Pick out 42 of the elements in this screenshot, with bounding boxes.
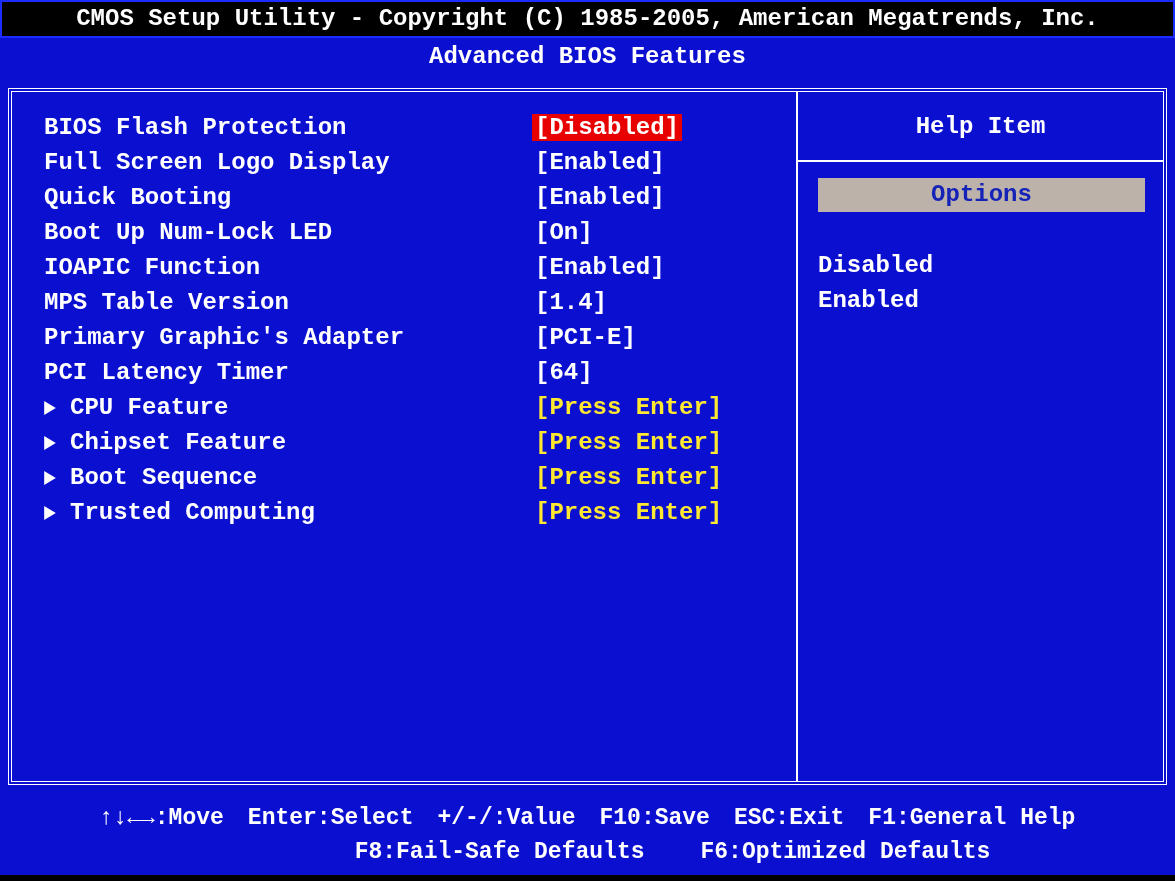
setting-label[interactable]: Boot Up Num-Lock LED bbox=[44, 219, 333, 246]
page-title: Advanced BIOS Features bbox=[428, 42, 747, 72]
setting-label[interactable]: Quick Booting bbox=[44, 184, 232, 211]
setting-value[interactable]: [Disabled] bbox=[532, 114, 683, 141]
setting-value[interactable]: [1.4] bbox=[532, 289, 610, 316]
triangle-icon bbox=[44, 400, 56, 415]
setting-value[interactable]: [PCI-E] bbox=[532, 324, 639, 351]
option-text: Enabled bbox=[818, 286, 920, 316]
setting-label[interactable]: MPS Table Version bbox=[44, 289, 289, 316]
options-heading: Options bbox=[818, 178, 1145, 212]
key-hint: ↑↓←→:Move bbox=[99, 804, 224, 833]
setting-value[interactable]: [Press Enter] bbox=[532, 499, 726, 526]
setting-value[interactable]: [Enabled] bbox=[532, 149, 668, 176]
triangle-icon bbox=[44, 435, 56, 450]
key-hint: +/-/:Value bbox=[437, 804, 576, 833]
key-hint: Enter:Select bbox=[247, 804, 414, 833]
setting-label[interactable]: BIOS Flash Protection bbox=[44, 114, 347, 141]
setting-label[interactable]: Full Screen Logo Display bbox=[44, 149, 390, 176]
setting-value[interactable]: [Press Enter] bbox=[532, 394, 726, 421]
setting-value[interactable]: [On] bbox=[532, 219, 596, 246]
help-title: Help Item bbox=[915, 112, 1046, 140]
setting-value[interactable]: [64] bbox=[532, 359, 596, 386]
triangle-icon bbox=[44, 470, 56, 485]
setting-label[interactable]: CPU Feature bbox=[70, 394, 229, 421]
key-hint: F6:Optimized Defaults bbox=[700, 838, 991, 867]
option-text: Disabled bbox=[818, 251, 935, 281]
setting-value[interactable]: [Press Enter] bbox=[532, 464, 726, 491]
setting-value[interactable]: [Enabled] bbox=[532, 184, 668, 211]
setting-label[interactable]: Boot Sequence bbox=[70, 464, 258, 491]
setting-value[interactable]: [Enabled] bbox=[532, 254, 668, 281]
key-hint: F10:Save bbox=[599, 804, 710, 833]
key-hint: F1:General Help bbox=[868, 804, 1076, 833]
setting-label[interactable]: IOAPIC Function bbox=[44, 254, 261, 281]
key-hint: F8:Fail-Safe Defaults bbox=[354, 838, 645, 867]
title-bar: CMOS Setup Utility - Copyright (C) 1985-2005, American Megatrends, Inc. bbox=[0, 0, 1175, 38]
setting-label[interactable]: Primary Graphic's Adapter bbox=[44, 324, 405, 351]
triangle-icon bbox=[44, 505, 56, 520]
setting-value[interactable]: [Press Enter] bbox=[532, 429, 726, 456]
setting-label[interactable]: PCI Latency Timer bbox=[44, 359, 289, 386]
setting-label[interactable]: Chipset Feature bbox=[70, 429, 287, 456]
setting-label[interactable]: Trusted Computing bbox=[70, 499, 315, 526]
key-hint: ESC:Exit bbox=[733, 804, 845, 833]
